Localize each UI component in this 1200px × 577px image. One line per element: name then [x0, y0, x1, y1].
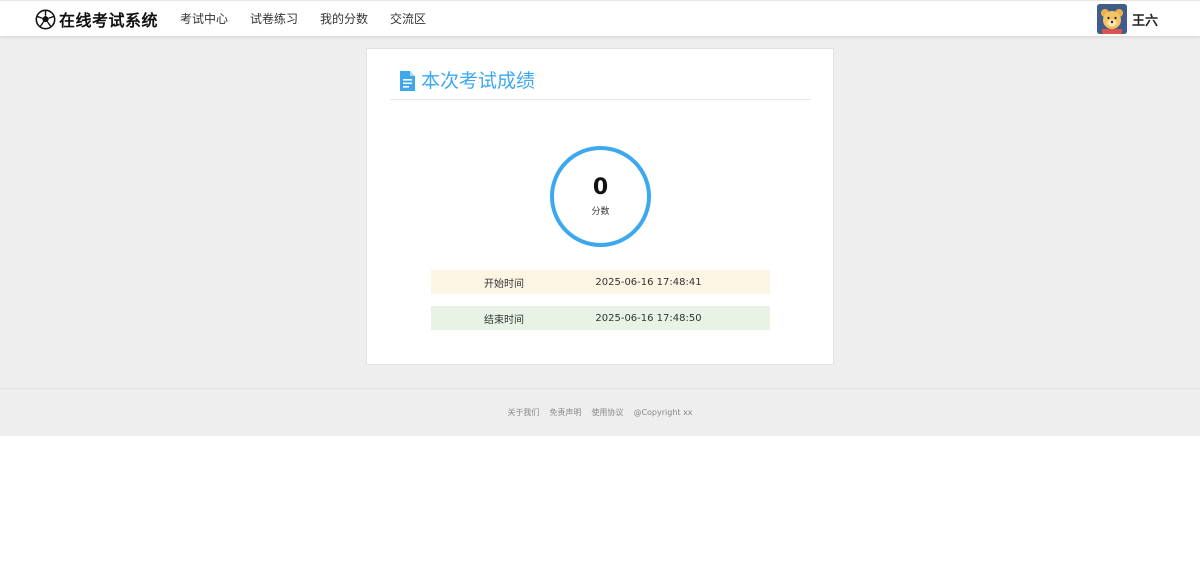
start-time-label: 开始时间 [484, 278, 524, 290]
start-time-row: 开始时间 2025-06-16 17:48:41 [431, 270, 770, 294]
footer: 关于我们 免责声明 使用协议 @Copyright xx [0, 388, 1200, 436]
result-card: 本次考试成绩 0 分数 开始时间 2025-06-16 17:48:41 结束时… [366, 48, 834, 365]
nav-my-scores[interactable]: 我的分数 [309, 1, 379, 37]
score-value: 0 [592, 175, 609, 200]
top-navbar: 在线考试系统 考试中心 试卷练习 我的分数 交流区 王六 [0, 0, 1200, 36]
bear-avatar-icon [1096, 4, 1127, 34]
score-circle: 0 分数 [550, 146, 651, 247]
score-label: 分数 [591, 207, 610, 217]
nav-paper-practice[interactable]: 试卷练习 [239, 1, 309, 37]
footer-link-disclaimer[interactable]: 免责声明 [549, 407, 581, 418]
site-title: 在线考试系统 [59, 11, 159, 30]
nav-forum[interactable]: 交流区 [379, 1, 437, 37]
end-time-value: 2025-06-16 17:48:50 [595, 312, 702, 324]
main-content: 本次考试成绩 0 分数 开始时间 2025-06-16 17:48:41 结束时… [0, 36, 1200, 388]
username: 王六 [1131, 13, 1158, 29]
card-header: 本次考试成绩 [390, 69, 811, 100]
footer-link-terms[interactable]: 使用协议 [591, 407, 623, 418]
main-nav: 考试中心 试卷练习 我的分数 交流区 [169, 1, 437, 37]
user-menu[interactable]: 王六 [1096, 4, 1158, 34]
end-time-label: 结束时间 [484, 314, 524, 326]
nav-exam-center[interactable]: 考试中心 [169, 1, 239, 37]
document-icon [400, 71, 415, 91]
footer-link-about[interactable]: 关于我们 [507, 407, 539, 418]
end-time-row: 结束时间 2025-06-16 17:48:50 [431, 306, 770, 330]
soccer-ball-icon [35, 9, 56, 29]
site-logo[interactable]: 在线考试系统 [35, 8, 158, 30]
page-title: 本次考试成绩 [421, 70, 536, 92]
footer-copyright: @Copyright xx [633, 408, 693, 417]
avatar[interactable] [1096, 4, 1127, 34]
start-time-value: 2025-06-16 17:48:41 [595, 276, 702, 288]
